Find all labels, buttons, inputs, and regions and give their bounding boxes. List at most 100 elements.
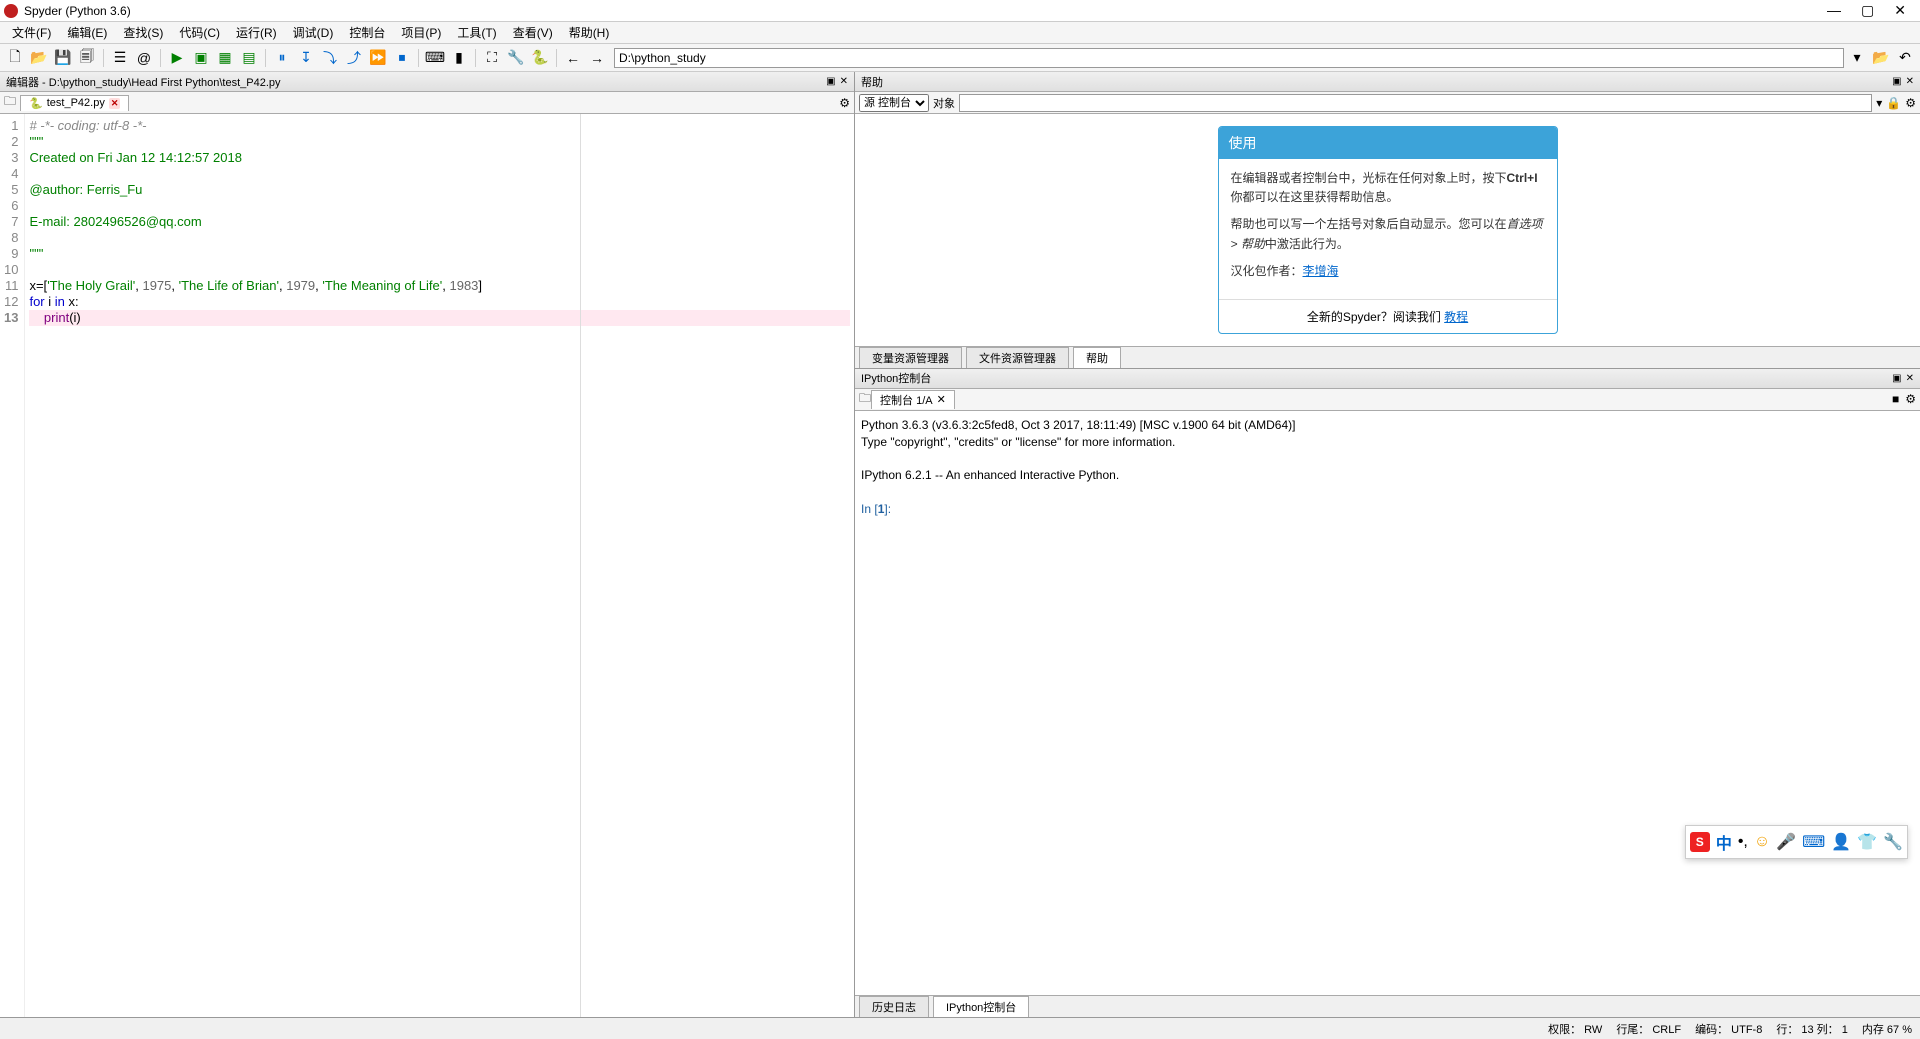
browse-tabs-icon[interactable]: 🗀 — [859, 389, 871, 410]
editor-pane: 编辑器 - D:\python_study\Head First Python\… — [0, 72, 855, 1017]
menu-tools[interactable]: 工具(T) — [449, 24, 504, 41]
step-icon[interactable]: ↧ — [295, 47, 317, 69]
browse-tabs-icon[interactable]: 🗀 — [4, 92, 16, 113]
tab-file-explorer[interactable]: 文件资源管理器 — [966, 347, 1069, 368]
undock-icon[interactable]: ▣ — [826, 76, 835, 87]
console-options-icon[interactable]: ⚙ — [1905, 392, 1916, 406]
code-area[interactable]: # -*- coding: utf-8 -*-"""Created on Fri… — [25, 114, 854, 1017]
credit-link[interactable]: 李增海 — [1303, 264, 1339, 278]
object-input[interactable] — [959, 94, 1872, 112]
ime-mic-icon[interactable]: 🎤 — [1776, 832, 1796, 852]
save-all-icon[interactable]: 🗐 — [76, 47, 98, 69]
tab-var-explorer[interactable]: 变量资源管理器 — [859, 347, 962, 368]
stop-console-icon[interactable]: ■ — [1892, 392, 1899, 406]
menu-console[interactable]: 控制台 — [341, 24, 393, 41]
expand-icon[interactable]: ⛶ — [481, 47, 503, 69]
menu-run[interactable]: 运行(R) — [228, 24, 285, 41]
ime-keyboard-icon[interactable]: ⌨ — [1802, 832, 1825, 852]
tab-options-icon[interactable]: ⚙ — [839, 96, 850, 110]
help-card-title: 使用 — [1219, 127, 1557, 159]
menu-search[interactable]: 查找(S) — [115, 24, 171, 41]
separator — [556, 49, 557, 67]
editor-tabs: 🗀 🐍 test_P42.py ✕ ⚙ — [0, 92, 854, 114]
ime-skin-icon[interactable]: 👕 — [1857, 832, 1877, 852]
title-bar: Spyder (Python 3.6) — ▢ ✕ — [0, 0, 1920, 22]
close-pane-icon[interactable]: ✕ — [1906, 76, 1914, 87]
console-header: IPython控制台 ▣ ✕ — [855, 369, 1920, 389]
terminal-icon[interactable]: ▮ — [448, 47, 470, 69]
separator — [265, 49, 266, 67]
close-button[interactable]: ✕ — [1894, 2, 1906, 19]
menu-view[interactable]: 查看(V) — [505, 24, 561, 41]
code-editor[interactable]: 12345678910111213 # -*- coding: utf-8 -*… — [0, 114, 854, 1017]
undock-icon[interactable]: ▣ — [1892, 76, 1901, 87]
save-icon[interactable]: 💾 — [52, 47, 74, 69]
run-cell-advance-icon[interactable]: ▦ — [214, 47, 236, 69]
debug-icon[interactable]: ⏸ — [271, 47, 293, 69]
run-cell-icon[interactable]: ▣ — [190, 47, 212, 69]
menu-debug[interactable]: 调试(D) — [285, 24, 342, 41]
close-tab-icon[interactable]: ✕ — [937, 393, 946, 406]
ime-emoji-icon[interactable]: ☺ — [1754, 833, 1770, 851]
ime-lang-icon[interactable]: 中 — [1716, 830, 1732, 854]
status-position: 行： 13 列： 1 — [1776, 1021, 1848, 1037]
menu-code[interactable]: 代码(C) — [171, 24, 228, 41]
console-pane: IPython控制台 ▣ ✕ 🗀 控制台 1/A ✕ ■ ⚙ Python 3.… — [855, 369, 1920, 1017]
run-selection-icon[interactable]: ▤ — [238, 47, 260, 69]
list-icon[interactable]: ☰ — [109, 47, 131, 69]
main-area: 编辑器 - D:\python_study\Head First Python\… — [0, 72, 1920, 1017]
tutorial-link[interactable]: 教程 — [1444, 310, 1468, 324]
minimize-button[interactable]: — — [1827, 2, 1841, 19]
console-output[interactable]: Python 3.6.3 (v3.6.3:2c5fed8, Oct 3 2017… — [855, 411, 1920, 995]
back-icon[interactable]: ← — [562, 47, 584, 69]
tab-ipython[interactable]: IPython控制台 — [933, 996, 1029, 1017]
editor-tab[interactable]: 🐍 test_P42.py ✕ — [20, 95, 129, 111]
at-icon[interactable]: @ — [133, 47, 155, 69]
help-content: 使用 在编辑器或者控制台中，光标在任何对象上时，按下Ctrl+I你都可以在这里获… — [855, 114, 1920, 346]
menu-file[interactable]: 文件(F) — [4, 24, 59, 41]
step-into-icon[interactable]: ⤵ — [319, 47, 341, 69]
continue-icon[interactable]: ⏩ — [367, 47, 389, 69]
settings-icon[interactable]: 🔧 — [505, 47, 527, 69]
separator — [160, 49, 161, 67]
ime-user-icon[interactable]: 👤 — [1831, 832, 1851, 852]
window-title: Spyder (Python 3.6) — [24, 4, 131, 18]
python-path-icon[interactable]: 🐍 — [529, 47, 551, 69]
close-tab-icon[interactable]: ✕ — [109, 98, 121, 109]
working-dir-input[interactable] — [614, 48, 1844, 68]
dropdown-icon[interactable]: ▾ — [1876, 96, 1882, 110]
run-icon[interactable]: ▶ — [166, 47, 188, 69]
console-line: Python 3.6.3 (v3.6.3:2c5fed8, Oct 3 2017… — [861, 417, 1914, 434]
help-source-select[interactable]: 源 控制台 — [859, 94, 929, 112]
editor-header-text: 编辑器 - D:\python_study\Head First Python\… — [6, 74, 281, 90]
undock-icon[interactable]: ▣ — [1892, 373, 1901, 384]
menu-edit[interactable]: 编辑(E) — [59, 24, 115, 41]
browse-dir-icon[interactable]: 📂 — [1870, 47, 1892, 69]
ime-toolbar[interactable]: S 中 •, ☺ 🎤 ⌨ 👤 👕 🔧 — [1685, 825, 1908, 859]
ime-logo-icon[interactable]: S — [1690, 832, 1710, 852]
keyboard-icon[interactable]: ⌨ — [424, 47, 446, 69]
console-prompt[interactable]: In [1]: — [861, 501, 1914, 518]
tab-help[interactable]: 帮助 — [1073, 347, 1121, 368]
help-options-icon[interactable]: ⚙ — [1905, 96, 1916, 110]
open-file-icon[interactable]: 📂 — [28, 47, 50, 69]
dropdown-icon[interactable]: ▾ — [1846, 47, 1868, 69]
step-out-icon[interactable]: ⤴ — [343, 47, 365, 69]
help-text: 在编辑器或者控制台中，光标在任何对象上时，按下Ctrl+I你都可以在这里获得帮助… — [1231, 169, 1545, 207]
ime-tools-icon[interactable]: 🔧 — [1883, 832, 1903, 852]
ime-punct-icon[interactable]: •, — [1738, 833, 1748, 851]
close-pane-icon[interactable]: ✕ — [1906, 373, 1914, 384]
forward-icon[interactable]: → — [586, 47, 608, 69]
close-pane-icon[interactable]: ✕ — [840, 76, 848, 87]
tab-history[interactable]: 历史日志 — [859, 996, 929, 1017]
menu-help[interactable]: 帮助(H) — [561, 24, 618, 41]
parent-dir-icon[interactable]: ↶ — [1894, 47, 1916, 69]
lock-icon[interactable]: 🔒 — [1886, 96, 1901, 110]
stop-debug-icon[interactable]: ⏹ — [391, 47, 413, 69]
code-ruler — [580, 114, 581, 1017]
menu-project[interactable]: 项目(P) — [393, 24, 449, 41]
console-tab[interactable]: 控制台 1/A ✕ — [871, 390, 955, 409]
new-file-icon[interactable]: 🗋 — [4, 47, 26, 69]
maximize-button[interactable]: ▢ — [1861, 2, 1874, 19]
help-card-footer: 全新的Spyder？阅读我们 教程 — [1219, 299, 1557, 333]
